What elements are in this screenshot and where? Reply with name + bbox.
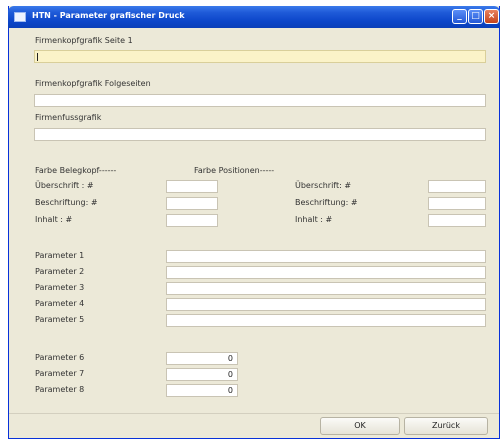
close-button[interactable]: × [484,9,499,24]
title-bar[interactable]: HTN - Parameter grafischer Druck _ □ × [8,6,500,28]
label-parameter-8: Parameter 8 [35,385,85,394]
field-parameter-3[interactable] [166,282,486,295]
field-belegkopf-inhalt[interactable] [166,214,218,227]
field-parameter-2[interactable] [166,266,486,279]
field-parameter-5[interactable] [166,314,486,327]
label-parameter-1: Parameter 1 [35,251,85,260]
field-positionen-ueberschrift[interactable] [428,180,486,193]
footer-divider [9,413,499,414]
label-belegkopf-beschriftung: Beschriftung: # [35,198,98,207]
label-parameter-2: Parameter 2 [35,267,85,276]
dialog-window: HTN - Parameter grafischer Druck _ □ × F… [8,6,500,439]
label-firmenkopf-folgeseiten: Firmenkopfgrafik Folgeseiten [35,79,151,88]
label-positionen-ueberschrift: Überschrift: # [295,181,352,190]
field-firmenkopf-seite1[interactable] [34,50,486,63]
label-parameter-5: Parameter 5 [35,315,85,324]
heading-farbe-belegkopf: Farbe Belegkopf------ [35,166,117,175]
field-belegkopf-ueberschrift[interactable] [166,180,218,193]
heading-farbe-positionen: Farbe Positionen----- [194,166,275,175]
minimize-button[interactable]: _ [452,9,467,24]
label-parameter-3: Parameter 3 [35,283,85,292]
field-parameter-4[interactable] [166,298,486,311]
field-belegkopf-beschriftung[interactable] [166,197,218,210]
field-parameter-8[interactable]: 0 [166,384,238,397]
label-parameter-7: Parameter 7 [35,369,85,378]
label-firmenkopf-seite1: Firmenkopfgrafik Seite 1 [35,36,133,45]
label-positionen-beschriftung: Beschriftung: # [295,198,358,207]
field-parameter-7[interactable]: 0 [166,368,238,381]
field-parameter-1[interactable] [166,250,486,263]
label-belegkopf-ueberschrift: Überschrift : # [35,181,94,190]
field-firmenfuss[interactable] [34,128,486,141]
label-firmenfuss: Firmenfussgrafik [35,113,102,122]
label-parameter-6: Parameter 6 [35,353,85,362]
field-parameter-6[interactable]: 0 [166,352,238,365]
back-button[interactable]: Zurück [404,417,488,435]
text-caret [37,53,38,61]
field-positionen-beschriftung[interactable] [428,197,486,210]
label-positionen-inhalt: Inhalt : # [295,215,333,224]
field-positionen-inhalt[interactable] [428,214,486,227]
label-belegkopf-inhalt: Inhalt : # [35,215,73,224]
ok-button[interactable]: OK [320,417,400,435]
app-icon [14,12,26,22]
window-title: HTN - Parameter grafischer Druck [32,11,185,20]
field-firmenkopf-folgeseiten[interactable] [34,94,486,107]
label-parameter-4: Parameter 4 [35,299,85,308]
maximize-button[interactable]: □ [468,9,483,24]
